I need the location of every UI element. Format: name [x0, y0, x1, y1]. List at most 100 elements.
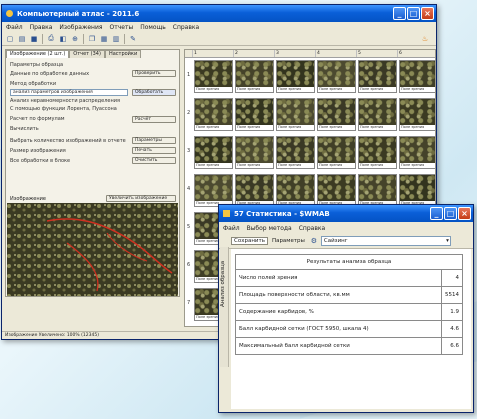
thumbnail[interactable]: Поле зрения — [358, 98, 397, 131]
thumbnail-caption: Поле зрения — [236, 163, 273, 168]
stats-menu-reference[interactable]: Справка — [299, 225, 325, 232]
menu-reports[interactable]: Отчеты — [110, 24, 134, 31]
left-row-label: Размер изображения — [10, 148, 66, 154]
column-header[interactable]: 4 — [316, 50, 357, 57]
thumbnail[interactable]: Поле зрения — [194, 174, 233, 207]
column-header[interactable]: 6 — [398, 50, 435, 57]
thumbnail[interactable]: Поле зрения — [276, 174, 315, 207]
method-select[interactable]: Сайзинг ▾ — [320, 236, 451, 246]
enlarge-button[interactable]: Увеличить изображение — [106, 195, 176, 202]
results-table: Результаты анализа образца Число полей з… — [235, 254, 463, 355]
thumbnail-caption: Поле зрения — [236, 125, 273, 130]
thumbnail[interactable]: Поле зрения — [399, 136, 435, 169]
stats-menu-method[interactable]: Выбор метода — [247, 225, 292, 232]
copy-icon[interactable]: ❐ — [87, 34, 97, 44]
thumbnail[interactable]: Поле зрения — [235, 136, 274, 169]
thumbnail[interactable]: Поле зрения — [235, 174, 274, 207]
column-header[interactable]: 2 — [234, 50, 275, 57]
menu-edit[interactable]: Правка — [30, 24, 53, 31]
left-tabs: Изображение (2 шт.) Отчет (34) Настройки — [6, 50, 179, 58]
stats-toolbar: Сохранить Параметры ⚙ Сайзинг ▾ — [219, 234, 473, 249]
thumbnail-caption: Поле зрения — [318, 163, 355, 168]
print-button[interactable]: Печать — [132, 147, 176, 154]
tab-report[interactable]: Отчет (34) — [69, 50, 105, 58]
maximize-button[interactable]: □ — [407, 7, 420, 20]
thumbnail[interactable]: Поле зрения — [276, 60, 315, 93]
thumbnail[interactable]: Поле зрения — [358, 60, 397, 93]
close-button[interactable]: × — [458, 207, 471, 220]
left-row-label: С помощью функции Лорента, Пуассона — [10, 106, 117, 112]
thumbnail-caption: Поле зрения — [195, 163, 232, 168]
analysis-input[interactable]: анализ параметров изображения — [10, 89, 128, 96]
stats-icon[interactable]: ▥ — [111, 34, 121, 44]
thumbnail[interactable]: Поле зрения — [317, 174, 356, 207]
thumbnail[interactable]: Поле зрения — [317, 60, 356, 93]
microstructure-preview[interactable] — [7, 203, 178, 296]
thumbnail[interactable]: Поле зрения — [399, 174, 435, 207]
thumbnail-caption: Поле зрения — [359, 87, 396, 92]
clear-button[interactable]: Очистить — [132, 157, 176, 164]
settings-icon[interactable]: ⚙ — [309, 236, 319, 246]
save-stats-button[interactable]: Сохранить — [231, 237, 268, 245]
zoom-icon[interactable]: ⊕ — [70, 34, 80, 44]
thumbnail[interactable]: Поле зрения — [276, 98, 315, 131]
thumbnail[interactable]: Поле зрения — [276, 136, 315, 169]
tab-images[interactable]: Изображение (2 шт.) — [6, 50, 70, 58]
thumbnail[interactable]: Поле зрения — [235, 60, 274, 93]
thumbnail-caption: Поле зрения — [400, 163, 435, 168]
thumbnail[interactable]: Поле зрения — [317, 136, 356, 169]
side-caption-text: Анализ образца — [220, 260, 226, 307]
calculate-button[interactable]: Расчёт — [132, 116, 176, 123]
row-number: 6 — [187, 262, 191, 268]
app-icon — [222, 209, 231, 218]
left-row-label: Метод обработки — [10, 81, 57, 87]
toolbar-separator — [83, 33, 84, 44]
row-value: 4.6 — [441, 320, 463, 338]
stats-menubar: Файл Выбор метода Справка — [219, 222, 473, 234]
maximize-button[interactable]: □ — [444, 207, 457, 220]
parameters-button[interactable]: Параметры — [132, 137, 176, 144]
thumbnail[interactable]: Поле зрения — [317, 98, 356, 131]
photo-icon[interactable]: ◧ — [58, 34, 68, 44]
new-icon[interactable]: ▢ — [5, 34, 15, 44]
left-row-label: Параметры образца — [10, 62, 64, 68]
table-row: Содержание карбидов, % 1.9 — [235, 303, 463, 321]
menu-help[interactable]: Помощь — [140, 24, 166, 31]
stats-table-area: Результаты анализа образца Число полей з… — [231, 249, 471, 409]
save-icon[interactable]: ■ — [29, 34, 39, 44]
column-header[interactable]: 3 — [275, 50, 316, 57]
main-titlebar[interactable]: Компьютерный атлас - 2011.6 _ □ × — [2, 5, 436, 22]
column-header[interactable]: 5 — [357, 50, 398, 57]
results-table-header: Результаты анализа образца — [235, 254, 463, 270]
check-button[interactable]: Проверить — [132, 70, 176, 77]
table-row: Число полей зрения 4 — [235, 269, 463, 287]
grid-icon[interactable]: ▦ — [99, 34, 109, 44]
menu-images[interactable]: Изображения — [59, 24, 102, 31]
menu-reference[interactable]: Справка — [173, 24, 199, 31]
close-button[interactable]: × — [421, 7, 434, 20]
stats-menu-file[interactable]: Файл — [223, 225, 240, 232]
parameters-stats-button[interactable]: Параметры — [270, 238, 307, 244]
method-select-value: Сайзинг — [323, 238, 348, 244]
thumbnail[interactable]: Поле зрения — [399, 98, 435, 131]
minimize-button[interactable]: _ — [430, 207, 443, 220]
thumbnail[interactable]: Поле зрения — [358, 136, 397, 169]
thumbnail[interactable]: Поле зрения — [194, 60, 233, 93]
thumbnail[interactable]: Поле зрения — [399, 60, 435, 93]
menu-file[interactable]: Файл — [6, 24, 23, 31]
help-icon[interactable]: ✎ — [128, 34, 138, 44]
minimize-button[interactable]: _ — [393, 7, 406, 20]
column-header[interactable]: 1 — [193, 50, 234, 57]
left-row-label: Данные по обработке данных — [10, 71, 90, 77]
print-icon[interactable]: ⎙ — [46, 34, 56, 44]
stats-titlebar[interactable]: 57 Статистика - $WMAB _ □ × — [219, 205, 473, 222]
thumbnail-caption: Поле зрения — [318, 125, 355, 130]
thumbnail[interactable]: Поле зрения — [235, 98, 274, 131]
thumbnail[interactable]: Поле зрения — [194, 136, 233, 169]
flame-icon[interactable]: ♨ — [420, 34, 430, 44]
thumbnail[interactable]: Поле зрения — [358, 174, 397, 207]
open-icon[interactable]: ▤ — [17, 34, 27, 44]
process-button[interactable]: Обработать — [132, 89, 176, 96]
thumbnail[interactable]: Поле зрения — [194, 98, 233, 131]
tab-settings[interactable]: Настройки — [104, 50, 142, 58]
